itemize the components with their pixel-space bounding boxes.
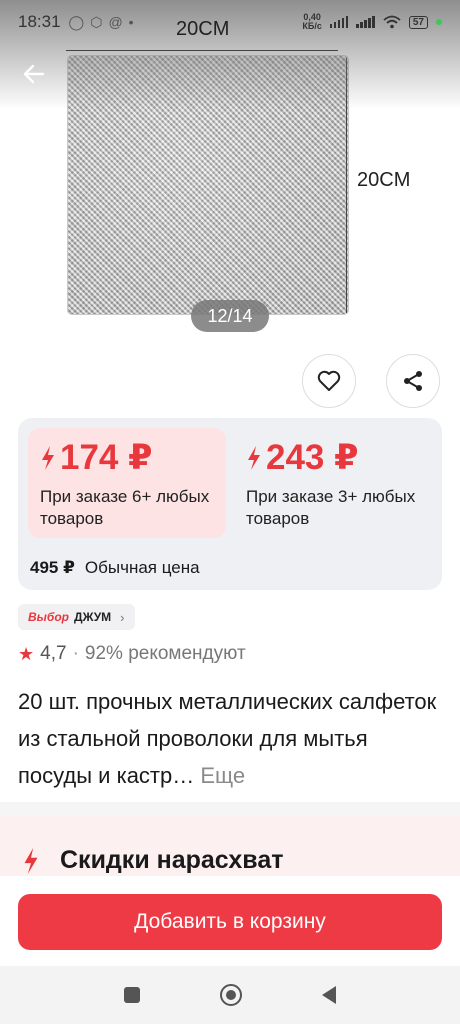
battery-icon: 57 (408, 15, 428, 29)
privacy-indicator-icon (436, 19, 442, 25)
at-icon: @ (108, 13, 123, 30)
section-divider (0, 802, 460, 816)
cart-bar: Добавить в корзину (0, 876, 460, 966)
recommend-text: 92% рекомендуют (84, 643, 246, 664)
whatsapp-icon: ◯ (68, 13, 85, 30)
choice-badge-name: ДЖУМ (74, 610, 112, 624)
wifi-icon (383, 15, 401, 29)
signal-2-icon (356, 16, 375, 28)
price-value: 174 ₽ (60, 438, 153, 477)
flash-sale-title: Скидки нарасхват (60, 846, 284, 874)
status-time: 18:31 (18, 12, 61, 31)
net-speed-unit: КБ/с (302, 21, 322, 31)
product-image-gallery[interactable]: 20CM 20CM 12/14 (0, 0, 460, 345)
system-nav-bar (0, 966, 460, 1024)
image-counter: 12/14 (191, 300, 269, 332)
dimension-label-right: 20CM (357, 169, 411, 191)
lightning-icon (24, 847, 38, 874)
add-to-cart-button[interactable]: Добавить в корзину (18, 894, 442, 950)
rating-row[interactable]: ★ 4,7 · 92% рекомендуют (18, 643, 246, 665)
recents-icon[interactable] (124, 987, 140, 1003)
arrow-left-icon (23, 64, 45, 84)
price-row: 243 ₽ (246, 438, 420, 478)
home-icon[interactable] (220, 984, 242, 1006)
lightning-icon (42, 446, 54, 470)
dot-icon: • (128, 13, 134, 30)
notification-icons: ◯ ⬡ @ • (69, 14, 134, 31)
price-card: 174 ₽ При заказе 6+ любых товаров 243 ₽ … (18, 418, 442, 590)
price-value: 243 ₽ (266, 438, 359, 477)
more-link[interactable]: Еще (200, 763, 245, 788)
back-triangle-icon[interactable] (322, 986, 336, 1004)
price-option-3plus[interactable]: 243 ₽ При заказе 3+ любых товаров (234, 428, 432, 538)
dimension-line-top (66, 50, 338, 51)
box-icon: ⬡ (90, 13, 103, 30)
rating-value: 4,7 (40, 643, 67, 664)
flash-sale-header: Скидки нарасхват (22, 846, 283, 875)
signal-icon (329, 16, 349, 28)
choice-badge-brand: Выбор (28, 610, 70, 624)
status-bar: 18:31 ◯ ⬡ @ • 0,40 КБ/с 57 (0, 0, 460, 44)
regular-price-value: 495 ₽ (30, 558, 75, 577)
separator-dot: · (72, 643, 79, 664)
back-button[interactable] (14, 56, 54, 92)
heart-icon (317, 370, 341, 391)
price-option-6plus[interactable]: 174 ₽ При заказе 6+ любых товаров (28, 428, 226, 538)
chevron-right-icon: › (120, 609, 125, 625)
regular-price: 495 ₽ Обычная цена (30, 558, 200, 578)
price-condition: При заказе 3+ любых товаров (246, 487, 416, 528)
regular-price-label: Обычная цена (84, 558, 200, 577)
share-button[interactable] (386, 354, 440, 408)
status-left: 18:31 ◯ ⬡ @ • (18, 12, 134, 32)
status-right: 0,40 КБ/с 57 (302, 13, 442, 31)
star-icon: ★ (18, 643, 35, 664)
lightning-icon (248, 446, 260, 470)
price-row: 174 ₽ (40, 438, 214, 478)
price-condition: При заказе 6+ любых товаров (40, 487, 210, 528)
product-title: 20 шт. прочных металлических салфеток из… (18, 683, 443, 794)
net-speed: 0,40 КБ/с (302, 13, 321, 31)
favorite-button[interactable] (302, 354, 356, 408)
choice-badge[interactable]: Выбор ДЖУМ › (18, 604, 135, 630)
share-icon (404, 371, 422, 391)
